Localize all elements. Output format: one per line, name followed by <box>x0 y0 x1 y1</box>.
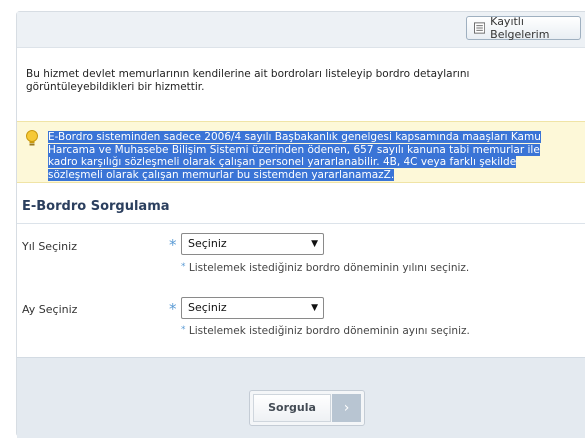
year-hint-text: Listelemek istediğiniz bordro döneminin … <box>188 262 470 274</box>
notice-highlighted-text: E-Bordro sisteminden sadece 2006/4 sayıl… <box>48 131 541 181</box>
month-select[interactable]: Seçiniz ▼ <box>181 297 324 319</box>
form-footer: Sorgula › <box>17 357 585 438</box>
month-hint-text: Listelemek istediğiniz bordro döneminin … <box>188 325 470 337</box>
query-button[interactable]: Sorgula <box>253 394 331 422</box>
page-frame: Kayıtlı Belgelerim Bu hizmet devlet memu… <box>16 11 585 438</box>
hint-asterisk: * <box>181 325 186 335</box>
lightbulb-icon <box>26 130 38 146</box>
year-select[interactable]: Seçiniz ▼ <box>181 233 324 255</box>
section-divider <box>17 223 585 224</box>
year-label: Yıl Seçiniz <box>22 240 77 253</box>
info-notice: E-Bordro sisteminden sadece 2006/4 sayıl… <box>17 121 585 183</box>
month-selected-value: Seçiniz <box>188 301 227 314</box>
document-list-icon <box>474 22 486 34</box>
chevron-right-icon[interactable]: › <box>332 394 361 422</box>
year-required-mark: * <box>169 236 177 254</box>
hint-asterisk: * <box>181 262 186 272</box>
month-hint: * Listelemek istediğiniz bordro dönemini… <box>181 325 470 337</box>
dropdown-arrow-icon: ▼ <box>311 239 318 249</box>
saved-documents-label: Kayıtlı Belgelerim <box>490 15 550 41</box>
form-title: E-Bordro Sorgulama <box>22 199 170 214</box>
year-hint: * Listelemek istediğiniz bordro dönemini… <box>181 262 469 274</box>
top-toolbar: Kayıtlı Belgelerim <box>17 12 585 48</box>
month-required-mark: * <box>169 300 177 318</box>
submit-button-group: Sorgula › <box>249 390 365 426</box>
service-description: Bu hizmet devlet memurlarının kendilerin… <box>26 68 470 93</box>
notice-text: E-Bordro sisteminden sadece 2006/4 sayıl… <box>48 131 568 181</box>
saved-documents-button[interactable]: Kayıtlı Belgelerim <box>466 15 581 41</box>
month-label: Ay Seçiniz <box>22 303 78 316</box>
year-selected-value: Seçiniz <box>188 237 227 250</box>
dropdown-arrow-icon: ▼ <box>311 303 318 313</box>
